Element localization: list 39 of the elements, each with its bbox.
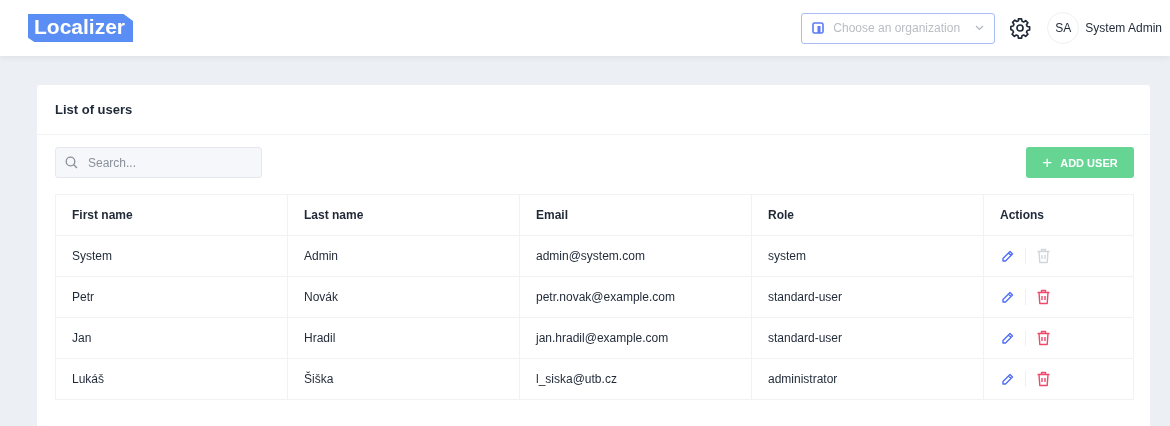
building-icon [812,22,825,34]
table-cell: jan.hradil@example.com [519,317,752,359]
table-cell: Hradil [287,317,520,359]
table-cell: Admin [287,235,520,277]
trash-icon[interactable] [1036,289,1051,305]
edit-icon[interactable] [1000,330,1015,346]
edit-icon[interactable] [1000,248,1015,264]
organization-select[interactable]: Choose an organization [801,12,996,44]
column-header: First name [55,194,288,236]
trash-icon[interactable] [1036,330,1051,346]
table-cell: standard-user [751,276,984,318]
table-cell: standard-user [751,317,984,359]
chevron-icon [975,25,985,31]
table-cell: Novák [287,276,520,318]
table-cell: petr.novak@example.com [519,276,752,318]
add-user-button[interactable]: + ADD USER [1026,147,1134,178]
edit-icon[interactable] [1000,371,1015,387]
column-header: Role [751,194,984,236]
table-cell: Šiška [287,358,520,400]
column-header: Actions [983,194,1134,236]
user-name[interactable]: System Admin [1085,21,1162,35]
logo[interactable]: Localizer [28,14,134,42]
search-field[interactable]: Search... [55,147,262,178]
search-icon [65,156,78,169]
table-cell: admin@system.com [519,235,752,277]
card-title: List of users [37,85,1150,135]
table-cell: administrator [751,358,984,400]
table-cell: Lukáš [55,358,288,400]
select-placeholder: Choose an organization [833,21,962,35]
table-cell: l_siska@utb.cz [519,358,752,400]
trash-icon[interactable] [1036,371,1051,387]
table-cell: System [55,235,288,277]
table-cell: Petr [55,276,288,318]
edit-icon[interactable] [1000,289,1015,305]
column-header: Last name [287,194,520,236]
settings-icon[interactable] [1009,17,1032,39]
column-header: Email [519,194,752,236]
table-cell: system [751,235,984,277]
table-cell: Jan [55,317,288,359]
